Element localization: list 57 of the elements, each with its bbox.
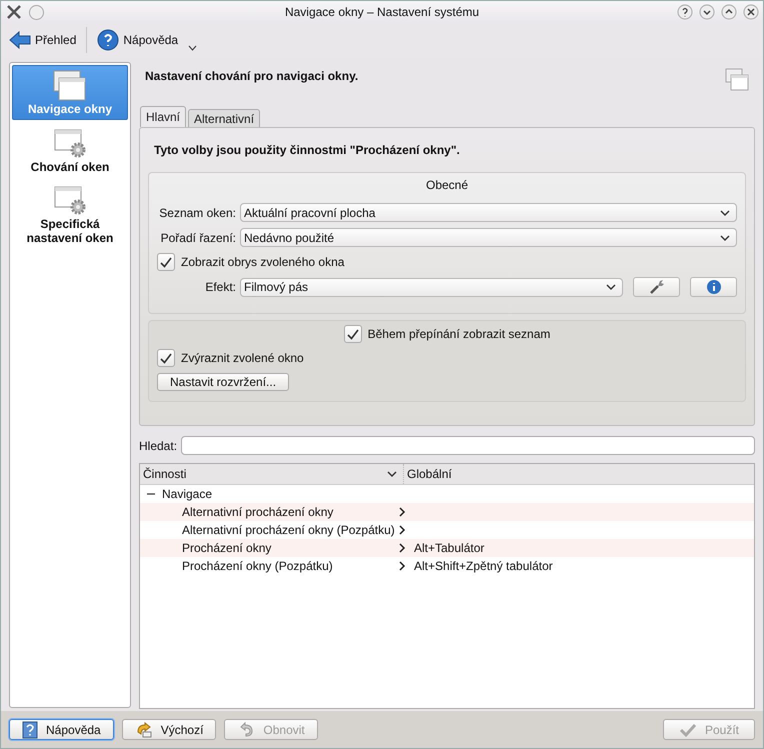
field-label: Pořadí řazení: <box>160 230 236 244</box>
tab[interactable]: Hlavní <box>140 106 186 127</box>
window-list-dropdown[interactable]: Aktuální pracovní plocha <box>240 203 737 222</box>
checkbox-label: Během přepínání zobrazit seznam <box>368 327 550 341</box>
help-button[interactable] <box>677 4 693 20</box>
column-header[interactable]: Globální <box>404 464 754 484</box>
checkmark-icon <box>678 722 697 738</box>
tree-item[interactable]: Alternativní procházení okny (Pozpátku) <box>182 523 398 537</box>
windows-icon <box>52 70 88 102</box>
windows-icon <box>725 68 749 92</box>
description-text: Tyto volby jsou použity činnostmi "Procházení okny". <box>153 142 461 159</box>
checkbox-label: Zobrazit obrys zvoleného okna <box>181 255 344 269</box>
effect-dropdown[interactable]: Filmový pás <box>240 278 623 296</box>
shortcut-text: Alt+Tabulátor <box>414 541 484 555</box>
search-label: Hledat: <box>139 438 178 452</box>
field-label: Efekt: <box>204 280 236 294</box>
caret-icon <box>606 284 616 290</box>
wrench-icon <box>648 279 664 295</box>
help-menu-button[interactable]: Nápověda <box>95 27 200 53</box>
help-button[interactable]: Nápověda <box>9 719 114 740</box>
info-button[interactable] <box>690 277 737 297</box>
back-arrow-icon <box>9 30 31 50</box>
window-title: Navigace okny – Nastavení systému <box>284 5 480 19</box>
sidebar-item[interactable]: Specifická nastavení oken <box>12 181 128 248</box>
caret-icon <box>720 234 730 240</box>
tree-item[interactable]: Navigace <box>162 487 212 501</box>
checkbox-label: Zvýraznit zvolené okno <box>181 351 304 365</box>
tree-item[interactable]: Procházení okny (Pozpátku) <box>182 559 398 573</box>
window-gear-icon <box>52 185 88 217</box>
checkbox[interactable] <box>157 253 175 271</box>
window-gear-icon <box>52 128 88 160</box>
shortcut-text: Alt+Shift+Zpětný tabulátor <box>414 559 553 573</box>
tree-item[interactable]: Procházení okny <box>182 541 398 555</box>
checkbox[interactable] <box>157 349 175 367</box>
info-icon <box>706 279 722 295</box>
sidebar-item[interactable]: Chování oken <box>12 124 128 177</box>
caret-icon <box>188 45 198 51</box>
undo-arrow-icon <box>134 722 153 738</box>
layout-button[interactable]: Nastavit rozvržení... <box>157 373 290 391</box>
overview-button[interactable]: Přehled <box>7 28 78 52</box>
caret-icon <box>387 471 397 477</box>
help-icon <box>97 29 120 51</box>
defaults-button[interactable]: Výchozí <box>122 719 216 740</box>
caret-icon <box>720 210 730 216</box>
tab[interactable]: Alternativní <box>188 109 260 127</box>
sort-order-dropdown[interactable]: Nedávno použité <box>240 228 737 247</box>
configure-button[interactable] <box>633 277 680 297</box>
min-button[interactable] <box>699 4 715 20</box>
search-field[interactable] <box>181 436 755 455</box>
close-button[interactable] <box>743 4 759 20</box>
group-title: Obecné <box>424 177 470 194</box>
max-button[interactable] <box>721 4 737 20</box>
checkbox[interactable] <box>344 325 362 343</box>
field-label: Seznam oken: <box>158 206 236 220</box>
column-header[interactable]: Činnosti <box>140 464 404 484</box>
help-icon <box>22 720 38 738</box>
page-heading: Nastavení chování pro navigaci okny. <box>145 69 358 83</box>
